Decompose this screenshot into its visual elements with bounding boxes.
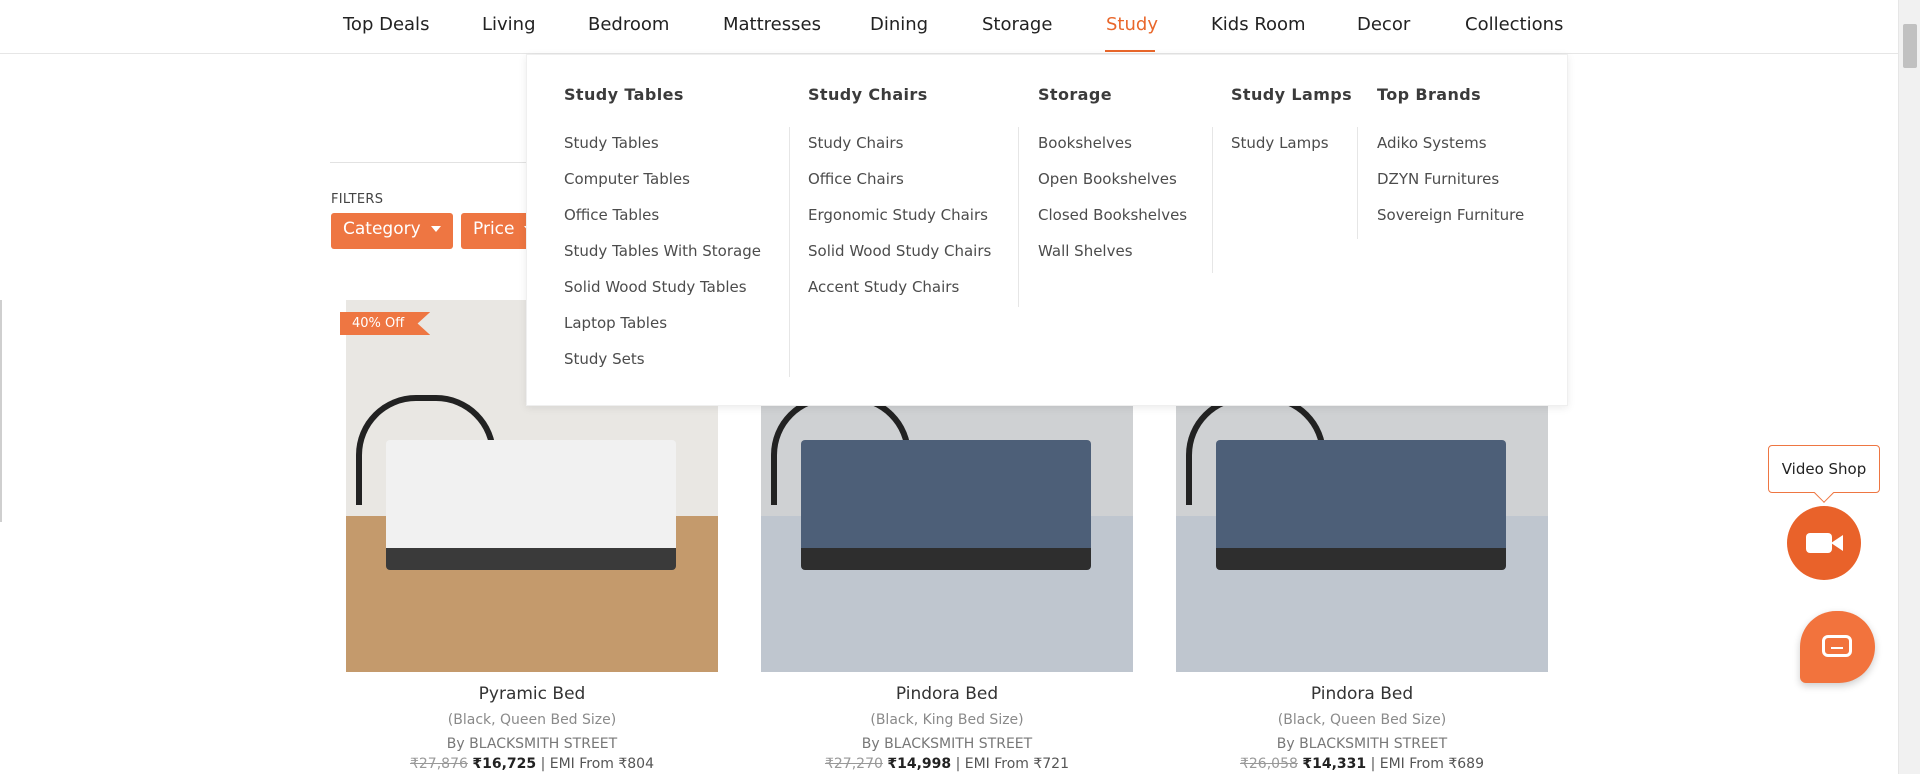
- price-filter-label: Price: [473, 219, 515, 239]
- menu-item[interactable]: Wall Shelves: [1038, 242, 1187, 278]
- top-navigation: Top Deals Living Bedroom Mattresses Dini…: [0, 0, 1898, 54]
- product-emi: | EMI From ₹721: [955, 756, 1069, 772]
- product-brand: By BLACKSMITH STREET: [1276, 736, 1448, 752]
- product-title[interactable]: Pindora Bed: [761, 684, 1133, 704]
- left-edge-divider: [0, 300, 2, 522]
- product-emi: | EMI From ₹804: [540, 756, 654, 772]
- nav-item-top-deals[interactable]: Top Deals: [343, 14, 429, 35]
- menu-item[interactable]: Study Lamps: [1231, 134, 1329, 170]
- menu-item[interactable]: DZYN Furnitures: [1377, 170, 1524, 206]
- menu-item[interactable]: Office Chairs: [808, 170, 991, 206]
- product-brand: By BLACKSMITH STREET: [861, 736, 1033, 752]
- chat-button[interactable]: [1800, 611, 1875, 683]
- product-variant: (Black, Queen Bed Size): [1277, 712, 1447, 728]
- product-brand: By BLACKSMITH STREET: [446, 736, 618, 752]
- menu-item[interactable]: Sovereign Furniture: [1377, 206, 1524, 242]
- nav-item-dining[interactable]: Dining: [870, 14, 928, 35]
- menu-item[interactable]: Bookshelves: [1038, 134, 1187, 170]
- column-divider: [789, 127, 790, 377]
- menu-item[interactable]: Closed Bookshelves: [1038, 206, 1187, 242]
- product-variant: (Black, Queen Bed Size): [447, 712, 617, 728]
- column-divider: [1212, 127, 1213, 273]
- video-shop-tooltip[interactable]: Video Shop: [1768, 445, 1880, 503]
- menu-item[interactable]: Computer Tables: [564, 170, 761, 206]
- menu-heading[interactable]: Top Brands: [1377, 85, 1481, 104]
- nav-item-decor[interactable]: Decor: [1357, 14, 1410, 35]
- column-divider: [1357, 127, 1358, 239]
- active-tab-indicator: [1105, 50, 1155, 52]
- menu-heading[interactable]: Storage: [1038, 85, 1112, 104]
- product-title[interactable]: Pindora Bed: [1176, 684, 1548, 704]
- vertical-scrollbar[interactable]: [1898, 0, 1920, 774]
- category-filter-label: Category: [343, 219, 421, 239]
- menu-heading[interactable]: Study Tables: [564, 85, 684, 104]
- chat-icon: [1822, 635, 1852, 657]
- video-shop-label: Video Shop: [1781, 460, 1867, 478]
- nav-item-kids-room[interactable]: Kids Room: [1211, 14, 1306, 35]
- category-filter-button[interactable]: Category: [331, 213, 453, 249]
- product-emi: | EMI From ₹689: [1370, 756, 1484, 772]
- scrollbar-thumb[interactable]: [1903, 24, 1917, 68]
- filters-label: FILTERS: [331, 192, 384, 207]
- product-sale-price: ₹14,998: [887, 756, 952, 772]
- caret-down-icon: [430, 226, 441, 232]
- nav-item-study[interactable]: Study: [1106, 14, 1158, 35]
- column-divider: [1018, 127, 1019, 307]
- product-sale-price: ₹16,725: [472, 756, 537, 772]
- video-shop-button[interactable]: [1787, 506, 1861, 580]
- menu-heading[interactable]: Study Chairs: [808, 85, 928, 104]
- discount-badge: 40% Off: [340, 312, 431, 335]
- product-price: ₹26,058 ₹14,331 | EMI From ₹689: [1176, 756, 1548, 772]
- nav-item-collections[interactable]: Collections: [1465, 14, 1563, 35]
- menu-heading[interactable]: Study Lamps: [1231, 85, 1352, 104]
- menu-item[interactable]: Solid Wood Study Tables: [564, 278, 761, 314]
- menu-item[interactable]: Study Sets: [564, 350, 761, 386]
- product-price: ₹27,270 ₹14,998 | EMI From ₹721: [761, 756, 1133, 772]
- menu-item[interactable]: Study Tables: [564, 134, 761, 170]
- nav-item-mattresses[interactable]: Mattresses: [723, 14, 821, 35]
- product-mrp: ₹27,876: [409, 756, 468, 772]
- menu-item[interactable]: Ergonomic Study Chairs: [808, 206, 991, 242]
- menu-item[interactable]: Accent Study Chairs: [808, 278, 991, 314]
- menu-item[interactable]: Study Tables With Storage: [564, 242, 761, 278]
- menu-item[interactable]: Study Chairs: [808, 134, 991, 170]
- video-camera-icon: [1806, 533, 1832, 553]
- product-variant: (Black, King Bed Size): [870, 712, 1024, 728]
- nav-item-bedroom[interactable]: Bedroom: [588, 14, 669, 35]
- menu-item[interactable]: Laptop Tables: [564, 314, 761, 350]
- product-price: ₹27,876 ₹16,725 | EMI From ₹804: [346, 756, 718, 772]
- menu-item[interactable]: Office Tables: [564, 206, 761, 242]
- menu-item[interactable]: Solid Wood Study Chairs: [808, 242, 991, 278]
- product-mrp: ₹27,270: [824, 756, 883, 772]
- menu-item[interactable]: Adiko Systems: [1377, 134, 1524, 170]
- product-sale-price: ₹14,331: [1302, 756, 1367, 772]
- nav-item-living[interactable]: Living: [482, 14, 536, 35]
- study-mega-menu: Study Tables Study Tables Computer Table…: [526, 54, 1568, 406]
- product-title[interactable]: Pyramic Bed: [346, 684, 718, 704]
- menu-item[interactable]: Open Bookshelves: [1038, 170, 1187, 206]
- product-mrp: ₹26,058: [1239, 756, 1298, 772]
- nav-item-storage[interactable]: Storage: [982, 14, 1052, 35]
